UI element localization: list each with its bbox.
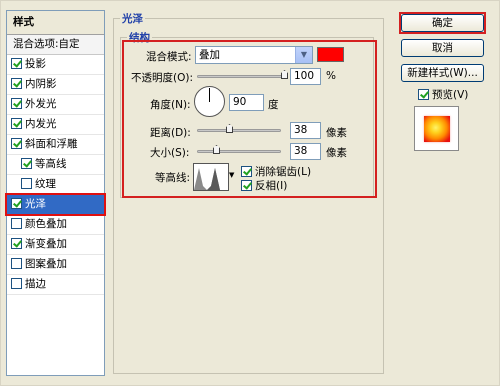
size-slider[interactable] <box>197 150 281 153</box>
satin-color-swatch[interactable] <box>317 47 344 62</box>
opacity-unit: % <box>326 70 336 82</box>
contour-curve-icon <box>194 168 220 190</box>
drop-shadow-checkbox[interactable] <box>11 57 22 69</box>
inner-glow-checkbox[interactable] <box>11 117 22 129</box>
size-unit: 像素 <box>326 147 347 159</box>
contour-label: 等高线: <box>155 172 191 184</box>
bevel-emboss-checkbox[interactable] <box>11 137 22 149</box>
preview-label: 预览(V) <box>432 89 469 101</box>
structure-group-title: 结构 <box>127 30 152 45</box>
invert-option[interactable]: 反相(I) <box>241 178 287 193</box>
style-item-inner-shadow[interactable]: 内阴影 <box>7 75 104 95</box>
outer-glow-checkbox[interactable] <box>11 97 22 109</box>
opacity-slider[interactable] <box>197 75 287 78</box>
size-label: 大小(S): <box>150 147 190 159</box>
style-item-contour[interactable]: 等高线 <box>7 155 104 175</box>
style-item-pattern-overlay[interactable]: 图案叠加 <box>7 255 104 275</box>
style-item-label: 纹理 <box>35 178 56 190</box>
color-overlay-checkbox[interactable] <box>11 217 22 229</box>
blend-mode-label: 混合模式: <box>146 51 192 63</box>
size-input[interactable]: 38 <box>290 143 321 160</box>
style-item-color-overlay[interactable]: 颜色叠加 <box>7 215 104 235</box>
styles-header[interactable]: 样式 <box>7 11 104 35</box>
cancel-button[interactable]: 取消 <box>401 39 484 57</box>
blend-mode-select[interactable]: 叠加 ▼ <box>195 46 313 64</box>
distance-input[interactable]: 38 <box>290 122 321 139</box>
style-item-satin[interactable]: 光泽 <box>5 193 106 216</box>
satin-checkbox[interactable] <box>11 197 22 209</box>
distance-unit: 像素 <box>326 127 347 139</box>
opacity-input[interactable]: 100 <box>290 68 321 85</box>
angle-label: 角度(N): <box>150 99 191 111</box>
angle-dial[interactable] <box>194 86 225 117</box>
style-item-label: 描边 <box>25 278 46 290</box>
preview-checkbox[interactable] <box>418 88 429 100</box>
style-item-bevel-emboss[interactable]: 斜面和浮雕 <box>7 135 104 155</box>
contour-dropdown-arrow-icon[interactable]: ▼ <box>229 168 236 182</box>
blend-mode-value: 叠加 <box>199 49 220 61</box>
style-item-gradient-overlay[interactable]: 渐变叠加 <box>7 235 104 255</box>
gradient-overlay-checkbox[interactable] <box>11 237 22 249</box>
style-item-label: 等高线 <box>35 158 67 170</box>
stroke-checkbox[interactable] <box>11 277 22 289</box>
style-item-label: 渐变叠加 <box>25 238 67 250</box>
pattern-overlay-checkbox[interactable] <box>11 257 22 269</box>
style-item-label: 斜面和浮雕 <box>25 138 78 150</box>
style-item-outer-glow[interactable]: 外发光 <box>7 95 104 115</box>
blending-options-item[interactable]: 混合选项:自定 <box>7 35 104 55</box>
satin-group-title: 光泽 <box>120 11 145 26</box>
style-list: 样式 混合选项:自定 投影 内阴影 外发光 内发光 斜面和浮雕 等高线 纹理 光… <box>5 10 106 376</box>
style-item-label: 图案叠加 <box>25 258 67 270</box>
chevron-down-icon[interactable]: ▼ <box>295 47 312 63</box>
inner-shadow-checkbox[interactable] <box>11 77 22 89</box>
style-item-label: 外发光 <box>25 98 57 110</box>
distance-label: 距离(D): <box>150 127 191 139</box>
antialias-label: 消除锯齿(L) <box>255 166 312 178</box>
ok-button[interactable]: 确定 <box>399 12 486 34</box>
style-item-inner-glow[interactable]: 内发光 <box>7 115 104 135</box>
texture-checkbox[interactable] <box>21 177 32 189</box>
antialias-checkbox[interactable] <box>241 165 252 177</box>
style-item-texture[interactable]: 纹理 <box>7 175 104 195</box>
style-item-label: 内阴影 <box>25 78 57 90</box>
preview-option[interactable]: 预览(V) <box>418 87 468 102</box>
new-style-button[interactable]: 新建样式(W)... <box>401 64 484 82</box>
style-item-label: 投影 <box>25 58 46 70</box>
invert-label: 反相(I) <box>255 180 288 192</box>
distance-slider[interactable] <box>197 129 281 132</box>
style-item-label: 光泽 <box>25 198 46 210</box>
angle-unit: 度 <box>268 99 279 111</box>
angle-input[interactable]: 90 <box>229 94 264 111</box>
preview-swatch <box>424 116 450 142</box>
antialias-option[interactable]: 消除锯齿(L) <box>241 164 311 179</box>
style-item-label: 颜色叠加 <box>25 218 67 230</box>
contour-checkbox[interactable] <box>21 157 32 169</box>
layer-style-dialog: 样式 混合选项:自定 投影 内阴影 外发光 内发光 斜面和浮雕 等高线 纹理 光… <box>0 0 500 386</box>
style-item-label: 内发光 <box>25 118 57 130</box>
style-preview-thumbnail <box>414 106 459 151</box>
style-item-stroke[interactable]: 描边 <box>7 275 104 295</box>
opacity-label: 不透明度(O): <box>131 72 193 84</box>
style-item-drop-shadow[interactable]: 投影 <box>7 55 104 75</box>
invert-checkbox[interactable] <box>241 179 252 191</box>
contour-picker[interactable] <box>193 163 229 191</box>
